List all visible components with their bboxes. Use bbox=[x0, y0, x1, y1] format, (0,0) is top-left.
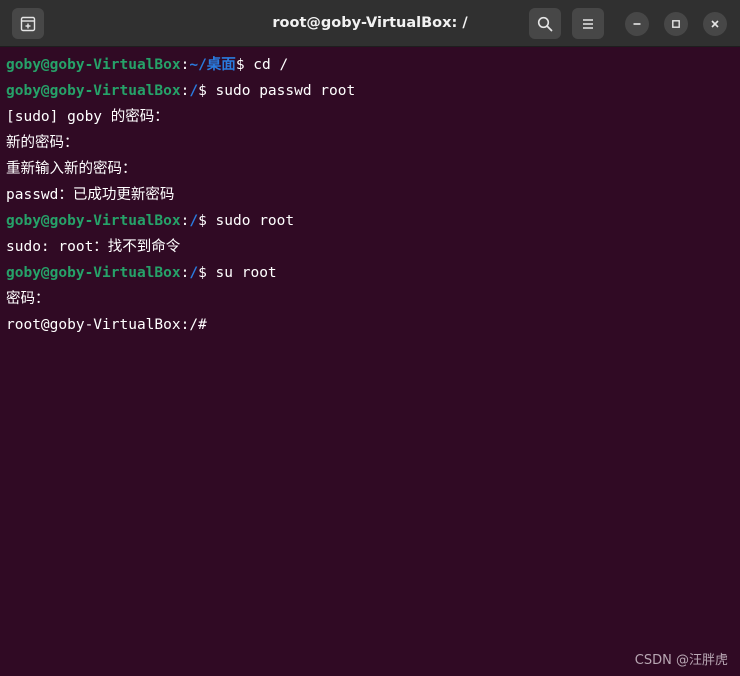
terminal-line-root-prompt: root@goby-VirtualBox:/# bbox=[6, 317, 207, 333]
close-button[interactable] bbox=[703, 12, 727, 36]
prompt-user: goby@goby-VirtualBox bbox=[6, 83, 181, 99]
prompt-dollar: $ bbox=[198, 83, 207, 99]
terminal-line-output: 重新输入新的密码： bbox=[6, 161, 137, 177]
prompt-dollar: $ bbox=[198, 265, 207, 281]
minimize-icon bbox=[632, 19, 642, 29]
prompt-dollar: $ bbox=[198, 213, 207, 229]
prompt-path: / bbox=[189, 265, 199, 281]
prompt-path: / bbox=[189, 213, 199, 229]
window-title: root@goby-VirtualBox: / bbox=[272, 15, 468, 31]
prompt-user: goby@goby-VirtualBox bbox=[6, 265, 181, 281]
new-tab-button[interactable] bbox=[12, 8, 44, 39]
menu-button[interactable] bbox=[572, 8, 604, 39]
terminal-line-prompt: goby@goby-VirtualBox:~/桌面$ cd / bbox=[6, 52, 734, 78]
terminal-line-prompt: goby@goby-VirtualBox:/$ su root bbox=[6, 260, 734, 286]
terminal-line-output: passwd：已成功更新密码 bbox=[6, 187, 175, 203]
title-bar: root@goby-VirtualBox: / bbox=[0, 0, 740, 47]
terminal-line-output: 密码： bbox=[6, 291, 50, 307]
command-text: sudo passwd root bbox=[206, 83, 356, 99]
terminal-line-output: 新的密码： bbox=[6, 135, 79, 151]
maximize-button[interactable] bbox=[664, 12, 688, 36]
command-text: su root bbox=[206, 265, 277, 281]
command-text: cd / bbox=[244, 57, 289, 73]
csdn-watermark: CSDN @汪胖虎 bbox=[634, 653, 728, 668]
search-button[interactable] bbox=[529, 8, 561, 39]
prompt-user: goby@goby-VirtualBox bbox=[6, 213, 181, 229]
search-icon bbox=[537, 16, 553, 32]
minimize-button[interactable] bbox=[625, 12, 649, 36]
terminal-output[interactable]: goby@goby-VirtualBox:~/桌面$ cd / goby@gob… bbox=[6, 52, 734, 338]
terminal-window: root@goby-VirtualBox: / goby@goby-Virtua… bbox=[0, 0, 740, 676]
prompt-user: goby@goby-VirtualBox bbox=[6, 57, 181, 73]
maximize-icon bbox=[671, 19, 681, 29]
prompt-dollar: $ bbox=[235, 57, 245, 73]
command-text: sudo root bbox=[206, 213, 295, 229]
prompt-path: ~/桌面 bbox=[189, 57, 236, 73]
new-tab-icon bbox=[20, 16, 36, 32]
hamburger-menu-icon bbox=[581, 18, 595, 30]
terminal-line-output: sudo: root：找不到命令 bbox=[6, 239, 181, 255]
terminal-line-prompt: goby@goby-VirtualBox:/$ sudo root bbox=[6, 208, 734, 234]
prompt-path: / bbox=[189, 83, 199, 99]
terminal-line-output: [sudo] goby 的密码： bbox=[6, 109, 169, 125]
close-icon bbox=[710, 19, 720, 29]
terminal-line-prompt: goby@goby-VirtualBox:/$ sudo passwd root bbox=[6, 78, 734, 104]
